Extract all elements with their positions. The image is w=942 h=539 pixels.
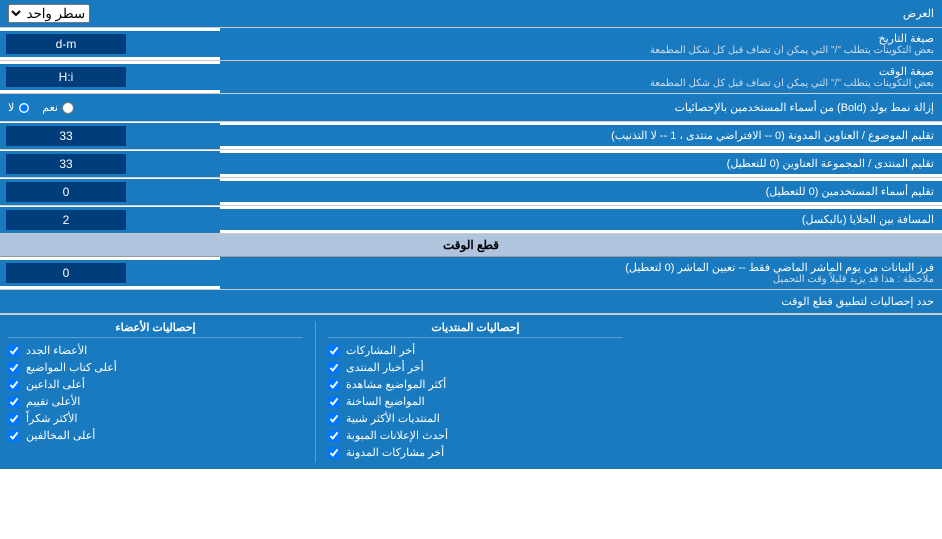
forum-order-input[interactable] bbox=[6, 154, 126, 174]
cb-member-1: الأعضاء الجدد bbox=[8, 344, 303, 357]
usernames-trim-input[interactable] bbox=[6, 182, 126, 202]
cb-forum-5-input[interactable] bbox=[328, 413, 340, 425]
cb-forum-3-input[interactable] bbox=[328, 379, 340, 391]
display-row: العرض سطر واحد سطرين ثلاثة أسطر bbox=[0, 0, 942, 28]
cb-member-4-input[interactable] bbox=[8, 396, 20, 408]
cb-member-4: الأعلى تقييم bbox=[8, 395, 303, 408]
bold-no-label[interactable]: لا bbox=[8, 101, 30, 114]
date-format-input[interactable] bbox=[6, 34, 126, 54]
usernames-trim-label: تقليم أسماء المستخدمين (0 للتعطيل) bbox=[220, 181, 942, 202]
topic-order-input[interactable] bbox=[6, 126, 126, 146]
time-format-row: صيغة الوقت بعض التكوينات يتطلب "/" التي … bbox=[0, 61, 942, 94]
realtime-value-row: فرز البيانات من يوم الماشر الماضي فقط --… bbox=[0, 257, 942, 290]
cell-padding-row: المسافة بين الخلايا (بالبكسل) bbox=[0, 206, 942, 234]
cb-forum-4-input[interactable] bbox=[328, 396, 340, 408]
cb-member-5: الأكثر شكراً bbox=[8, 412, 303, 425]
cb-forum-6: أحدث الإعلانات المبوبة bbox=[328, 429, 623, 442]
realtime-value-label: فرز البيانات من يوم الماشر الماضي فقط --… bbox=[220, 257, 942, 289]
display-select-wrapper: سطر واحد سطرين ثلاثة أسطر bbox=[0, 1, 220, 26]
display-label: العرض bbox=[220, 3, 942, 24]
forum-order-input-wrapper bbox=[0, 151, 220, 177]
cb-forum-4: المواضيع الساخنة bbox=[328, 395, 623, 408]
date-format-input-wrapper bbox=[0, 31, 220, 57]
topic-order-label: تقليم الموضوع / العناوين المدونة (0 -- ا… bbox=[220, 125, 942, 146]
cb-member-3: أعلى الداعين bbox=[8, 378, 303, 391]
cb-forum-2-input[interactable] bbox=[328, 362, 340, 374]
bold-yes-radio[interactable] bbox=[62, 102, 74, 114]
cb-forum-5: المنتديات الأكثر شبية bbox=[328, 412, 623, 425]
time-format-input[interactable] bbox=[6, 67, 126, 87]
bold-remove-label: إزالة نمط بولد (Bold) من أسماء المستخدمي… bbox=[220, 97, 942, 118]
time-format-input-wrapper bbox=[0, 64, 220, 90]
cb-member-3-input[interactable] bbox=[8, 379, 20, 391]
realtime-value-input-wrapper bbox=[0, 260, 220, 286]
cb-forum-7: أخر مشاركات المدونة bbox=[328, 446, 623, 459]
time-format-label: صيغة الوقت بعض التكوينات يتطلب "/" التي … bbox=[220, 61, 942, 93]
bold-no-radio[interactable] bbox=[18, 102, 30, 114]
cb-member-2: أعلى كتاب المواضيع bbox=[8, 361, 303, 374]
cb-forum-7-input[interactable] bbox=[328, 447, 340, 459]
realtime-value-input[interactable] bbox=[6, 263, 126, 283]
cb-member-2-input[interactable] bbox=[8, 362, 20, 374]
main-container: العرض سطر واحد سطرين ثلاثة أسطر صيغة الت… bbox=[0, 0, 942, 469]
usernames-trim-input-wrapper bbox=[0, 179, 220, 205]
cb-forum-1-input[interactable] bbox=[328, 345, 340, 357]
cb-forum-6-input[interactable] bbox=[328, 430, 340, 442]
display-select[interactable]: سطر واحد سطرين ثلاثة أسطر bbox=[8, 4, 90, 23]
forum-order-row: تقليم المنتدى / المجموعة العناوين (0 للت… bbox=[0, 150, 942, 178]
date-format-row: صيغة التاريخ بعض التكوينات يتطلب "/" الت… bbox=[0, 28, 942, 61]
topic-order-input-wrapper bbox=[0, 123, 220, 149]
limit-row: حدد إحصاليات لتطبيق قطع الوقت bbox=[0, 290, 942, 314]
cb-forum-2: أخر أخبار المنتدى bbox=[328, 361, 623, 374]
cb-forum-3: أكثر المواضيع مشاهدة bbox=[328, 378, 623, 391]
limit-label: حدد إحصاليات لتطبيق قطع الوقت bbox=[0, 291, 942, 312]
cell-padding-input[interactable] bbox=[6, 210, 126, 230]
date-format-label: صيغة التاريخ بعض التكوينات يتطلب "/" الت… bbox=[220, 28, 942, 60]
col2-header: إحصاليات الأعضاء bbox=[8, 321, 303, 338]
bold-yes-label[interactable]: نعم bbox=[42, 101, 74, 114]
topic-order-row: تقليم الموضوع / العناوين المدونة (0 -- ا… bbox=[0, 122, 942, 150]
cell-padding-input-wrapper bbox=[0, 207, 220, 233]
cb-member-6: أعلى المخالفين bbox=[8, 429, 303, 442]
checkbox-col-empty bbox=[631, 321, 942, 463]
checkbox-col-members: إحصاليات الأعضاء الأعضاء الجدد أعلى كتاب… bbox=[0, 321, 311, 463]
realtime-section-header: قطع الوقت bbox=[0, 234, 942, 257]
cb-forum-1: أخر المشاركات bbox=[328, 344, 623, 357]
cb-member-1-input[interactable] bbox=[8, 345, 20, 357]
col-divider bbox=[315, 321, 316, 463]
cb-member-6-input[interactable] bbox=[8, 430, 20, 442]
cell-padding-label: المسافة بين الخلايا (بالبكسل) bbox=[220, 209, 942, 230]
checkbox-col-forums: إحصاليات المنتديات أخر المشاركات أخر أخب… bbox=[320, 321, 631, 463]
checkbox-section: إحصاليات المنتديات أخر المشاركات أخر أخب… bbox=[0, 314, 942, 469]
bold-remove-row: إزالة نمط بولد (Bold) من أسماء المستخدمي… bbox=[0, 94, 942, 122]
cb-member-5-input[interactable] bbox=[8, 413, 20, 425]
bold-remove-inputs: نعم لا bbox=[0, 98, 220, 117]
usernames-trim-row: تقليم أسماء المستخدمين (0 للتعطيل) bbox=[0, 178, 942, 206]
col1-header: إحصاليات المنتديات bbox=[328, 321, 623, 338]
forum-order-label: تقليم المنتدى / المجموعة العناوين (0 للت… bbox=[220, 153, 942, 174]
